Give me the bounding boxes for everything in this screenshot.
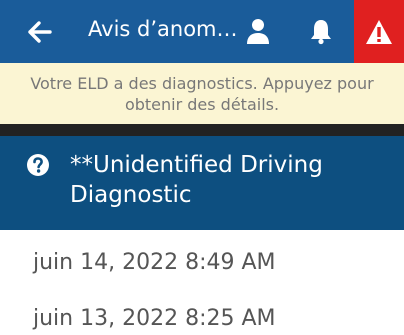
divider: [0, 124, 404, 136]
user-icon: [247, 19, 269, 44]
notifications-button[interactable]: [307, 17, 335, 45]
top-app-bar: Avis d’anom…: [0, 0, 404, 63]
question-circle-icon: [27, 154, 49, 176]
entry-timestamp: juin 13, 2022 8:25 AM: [33, 306, 276, 331]
back-button[interactable]: [26, 18, 54, 46]
diagnostic-title: **Unidentified Driving Diagnostic: [70, 152, 323, 208]
diagnostics-banner[interactable]: Votre ELD a des diagnostics. Appuyez pou…: [0, 63, 404, 124]
bell-icon: [311, 20, 331, 45]
profile-button[interactable]: [244, 17, 272, 45]
list-item[interactable]: juin 13, 2022 8:25 AM: [33, 306, 276, 331]
banner-text: Votre ELD a des diagnostics. Appuyez pou…: [30, 74, 374, 114]
list-item[interactable]: juin 14, 2022 8:49 AM: [33, 250, 276, 275]
alert-button[interactable]: [354, 0, 404, 63]
page-title: Avis d’anom…: [88, 17, 238, 41]
warning-triangle-icon: [366, 19, 392, 44]
back-arrow-icon: [28, 21, 52, 43]
entry-timestamp: juin 14, 2022 8:49 AM: [33, 250, 276, 275]
diagnostic-header[interactable]: **Unidentified Driving Diagnostic: [0, 136, 404, 230]
